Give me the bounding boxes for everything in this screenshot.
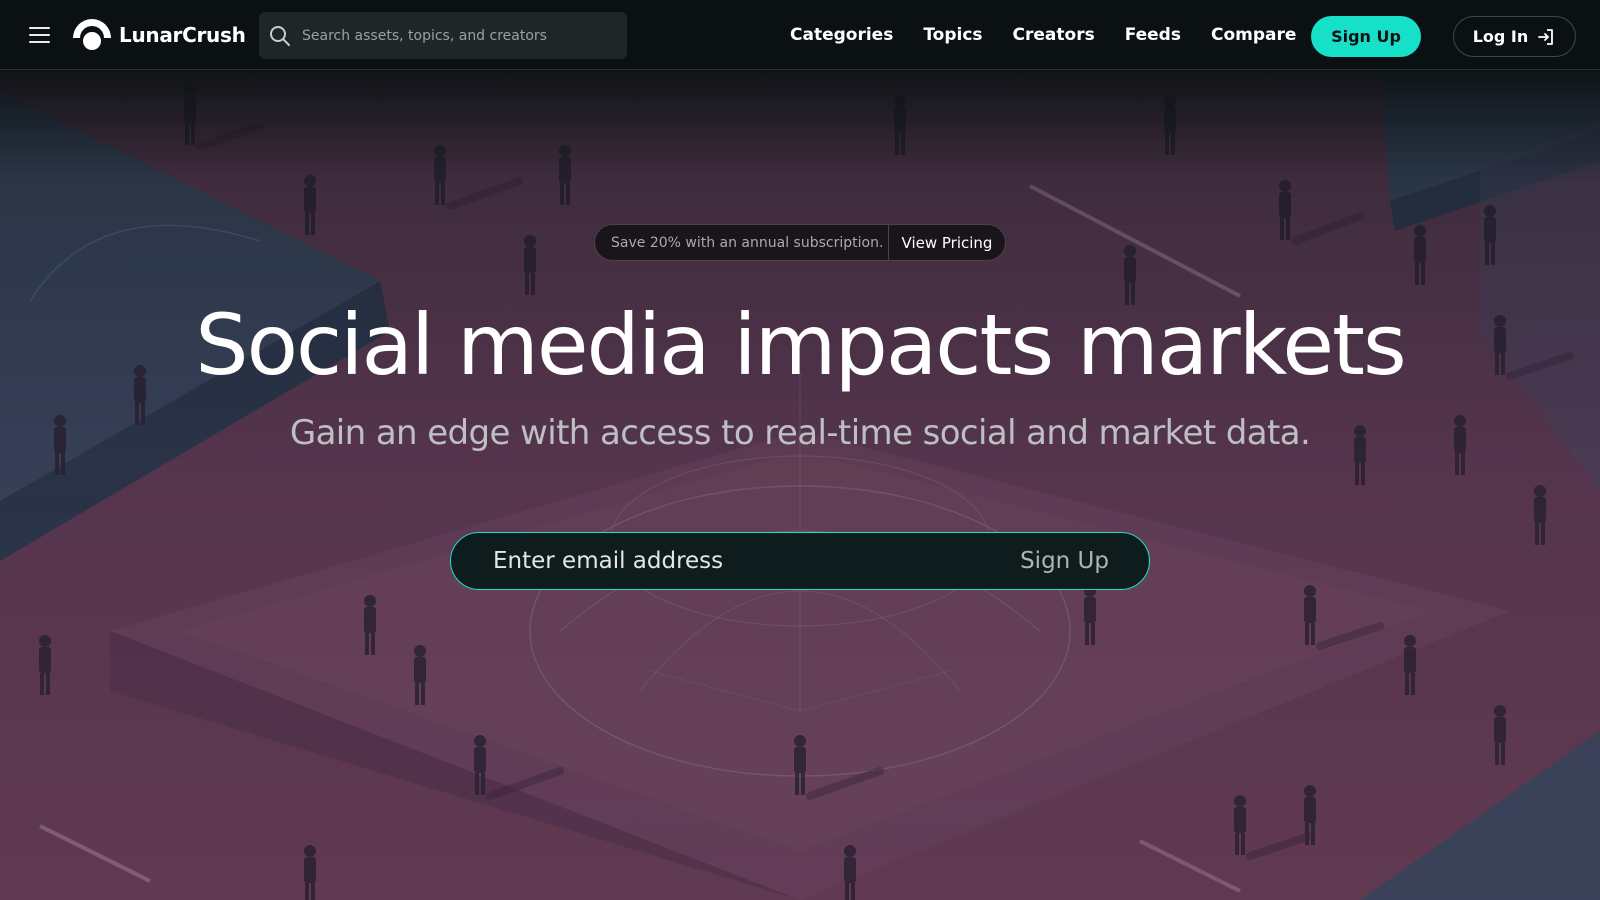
email-field[interactable] <box>491 541 1021 581</box>
hamburger-icon[interactable] <box>26 24 52 46</box>
promo-banner: Save 20% with an annual subscription. Vi… <box>594 224 1006 261</box>
email-signup-form: Sign Up <box>450 532 1150 590</box>
login-button[interactable]: Log In <box>1453 16 1576 57</box>
email-signup-button[interactable]: Sign Up <box>1020 548 1109 574</box>
hero-section: Save 20% with an annual subscription. Vi… <box>0 71 1600 900</box>
top-navbar: LunarCrush Categories Topics Creators Fe… <box>0 0 1600 70</box>
signup-button[interactable]: Sign Up <box>1311 16 1421 57</box>
hero-overlay <box>0 71 1600 900</box>
promo-text: Save 20% with an annual subscription. <box>611 234 884 251</box>
moon-logo-icon <box>73 19 111 50</box>
nav-feeds[interactable]: Feeds <box>1125 25 1181 45</box>
login-icon <box>1538 28 1554 45</box>
main-nav: Categories Topics Creators Feeds Compare <box>790 0 1326 70</box>
view-pricing-link[interactable]: View Pricing <box>889 234 1005 252</box>
search-input[interactable] <box>300 20 627 51</box>
nav-creators[interactable]: Creators <box>1013 25 1095 45</box>
hero-subtitle: Gain an edge with access to real-time so… <box>289 413 1311 453</box>
nav-categories[interactable]: Categories <box>790 25 893 45</box>
nav-compare[interactable]: Compare <box>1211 25 1296 45</box>
hero-title: Social media impacts markets <box>195 296 1407 394</box>
brand-logo[interactable]: LunarCrush <box>71 16 246 54</box>
search-icon <box>270 25 290 46</box>
login-label: Log In <box>1472 27 1529 46</box>
search-bar[interactable] <box>259 12 627 59</box>
nav-topics[interactable]: Topics <box>923 25 982 45</box>
brand-name: LunarCrush <box>119 23 246 47</box>
